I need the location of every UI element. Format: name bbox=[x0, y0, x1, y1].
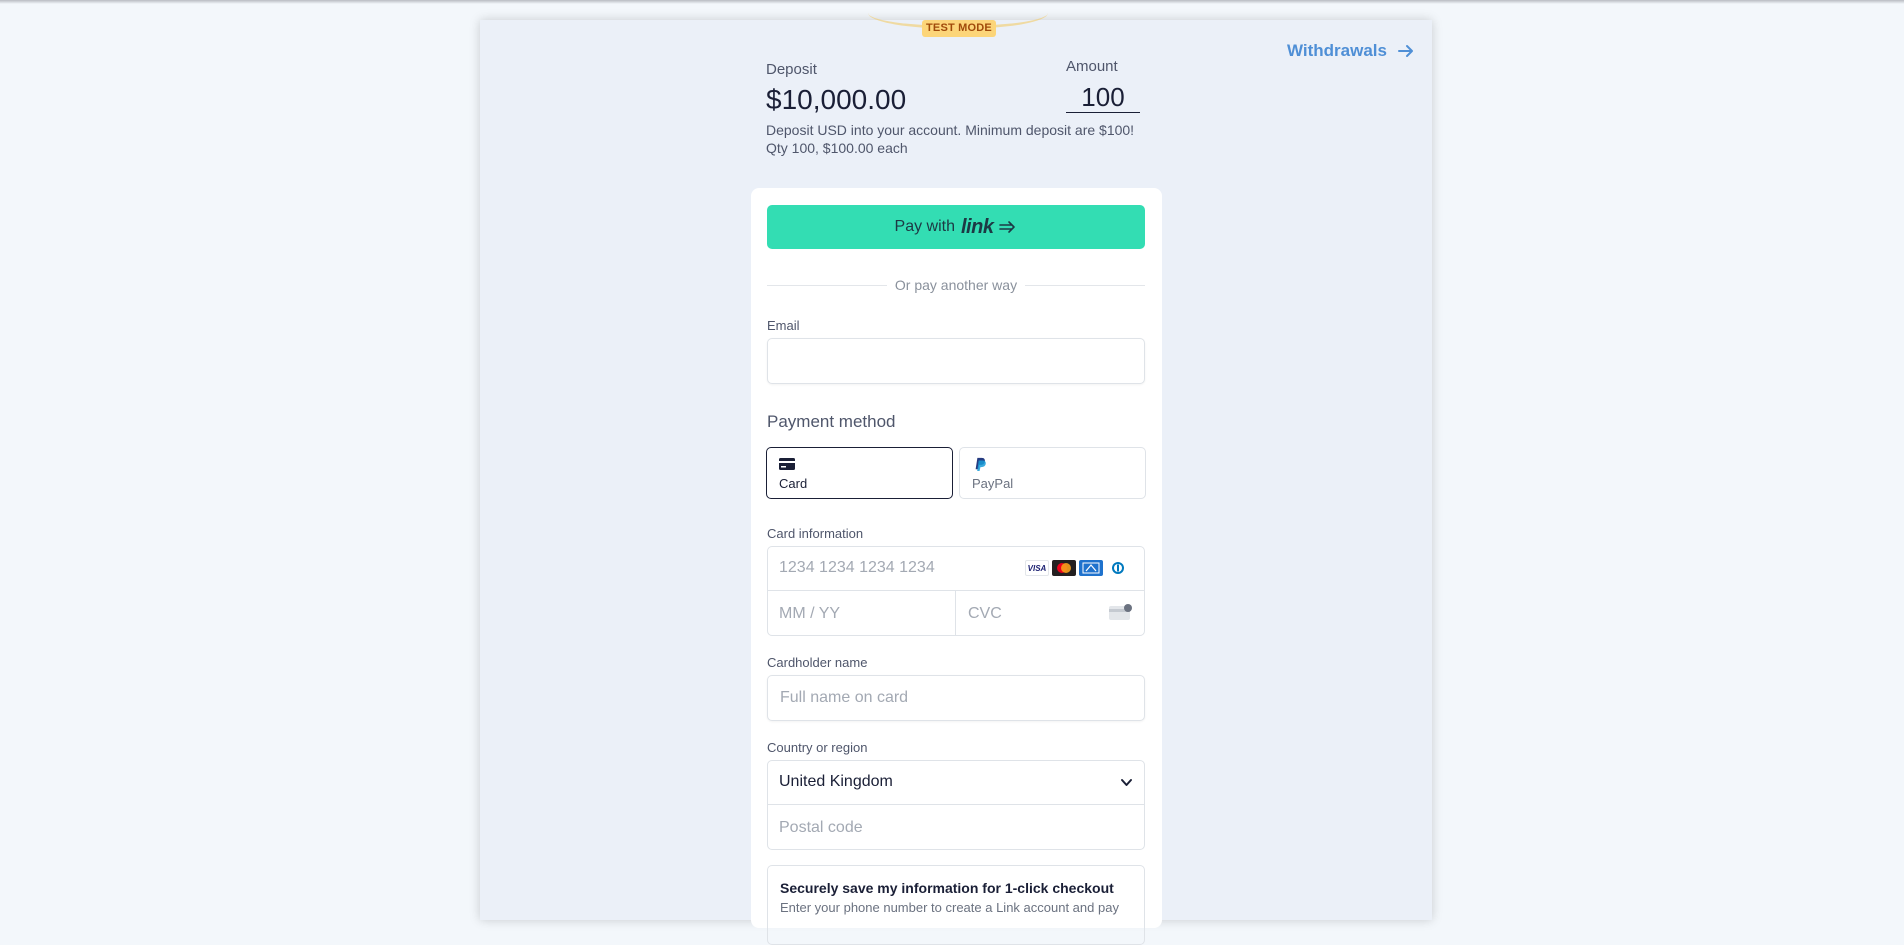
product-name: Deposit bbox=[766, 61, 817, 78]
payment-option-label: PayPal bbox=[972, 476, 1014, 491]
pay-with-link-button[interactable]: Pay with link bbox=[767, 205, 1145, 249]
payment-option-label: Card bbox=[779, 476, 808, 491]
pay-with-label: Pay with bbox=[894, 218, 955, 235]
country-label: Country or region bbox=[767, 740, 868, 755]
country-value: United Kingdom bbox=[779, 773, 893, 790]
cardholder-label: Cardholder name bbox=[767, 655, 868, 670]
paypal-icon bbox=[975, 457, 986, 471]
arrow-right-icon bbox=[1397, 45, 1413, 57]
diners-icon bbox=[1106, 560, 1130, 576]
card-information-label: Card information bbox=[767, 526, 864, 541]
chevron-down-icon bbox=[1121, 779, 1132, 786]
email-label: Email bbox=[767, 318, 800, 333]
withdrawals-label: Withdrawals bbox=[1287, 41, 1387, 60]
amount-label: Amount bbox=[1066, 58, 1118, 75]
product-price: $10,000.00 bbox=[766, 84, 907, 115]
withdrawals-link[interactable]: Withdrawals bbox=[1287, 40, 1415, 62]
amex-icon bbox=[1079, 560, 1103, 576]
product-description-block: Deposit USD into your account. Minimum d… bbox=[766, 121, 1134, 157]
link-logo: link bbox=[961, 215, 994, 238]
country-select[interactable]: United Kingdom bbox=[767, 760, 1145, 805]
card-brands: VISA bbox=[1025, 560, 1130, 576]
payment-option-paypal[interactable]: PayPal bbox=[959, 447, 1146, 499]
expiry-input[interactable] bbox=[767, 591, 956, 636]
save-info-subtitle: Enter your phone number to create a Link… bbox=[780, 900, 1119, 915]
double-arrow-icon bbox=[999, 221, 1016, 233]
save-info-box[interactable]: Securely save my information for 1-click… bbox=[767, 865, 1145, 945]
test-mode-badge: TEST MODE bbox=[922, 20, 996, 37]
visa-icon: VISA bbox=[1025, 560, 1049, 576]
postal-code-input[interactable] bbox=[767, 805, 1145, 850]
cvc-card-icon bbox=[1109, 604, 1132, 620]
amount-input[interactable] bbox=[1066, 82, 1140, 113]
or-divider: Or pay another way bbox=[767, 277, 1145, 293]
quantity-line: Qty 100, $100.00 each bbox=[766, 140, 908, 156]
product-description: Deposit USD into your account. Minimum d… bbox=[766, 122, 1135, 138]
email-field[interactable] bbox=[767, 338, 1145, 384]
payment-method-title: Payment method bbox=[767, 412, 896, 431]
card-icon bbox=[779, 458, 795, 470]
save-info-title: Securely save my information for 1-click… bbox=[780, 880, 1114, 896]
cardholder-name-input[interactable] bbox=[767, 675, 1145, 721]
payment-option-card[interactable]: Card bbox=[766, 447, 953, 499]
divider-line-right bbox=[1025, 285, 1145, 286]
top-shadow bbox=[0, 0, 1904, 4]
mastercard-icon bbox=[1052, 560, 1076, 576]
